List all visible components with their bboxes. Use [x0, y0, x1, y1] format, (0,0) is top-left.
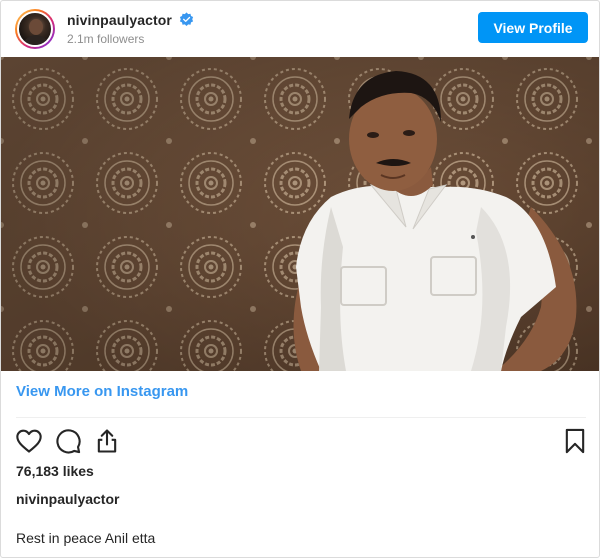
post-image[interactable]	[1, 57, 599, 371]
divider	[16, 417, 586, 418]
follower-count: 2.1m followers	[67, 32, 145, 46]
comment-text: Rest in peace Anil etta	[16, 530, 156, 546]
comment-icon[interactable]	[54, 427, 82, 455]
username[interactable]: nivinpaulyactor	[67, 12, 172, 28]
share-icon[interactable]	[93, 427, 121, 455]
instagram-embed: nivinpaulyactor 2.1m followers View Prof…	[0, 0, 600, 558]
verified-badge-icon	[179, 12, 194, 27]
avatar-face	[29, 19, 43, 35]
like-count[interactable]: 76,183 likes	[16, 463, 94, 479]
caption-username[interactable]: nivinpaulyactor	[16, 491, 119, 507]
avatar-shoulders	[22, 35, 50, 45]
avatar-image	[17, 11, 53, 47]
view-more-link[interactable]: View More on Instagram	[16, 383, 188, 400]
avatar[interactable]	[15, 9, 55, 49]
bookmark-icon[interactable]	[561, 427, 589, 455]
heart-icon[interactable]	[15, 427, 43, 455]
post-header: nivinpaulyactor 2.1m followers View Prof…	[1, 1, 599, 57]
view-profile-button[interactable]: View Profile	[478, 12, 588, 43]
